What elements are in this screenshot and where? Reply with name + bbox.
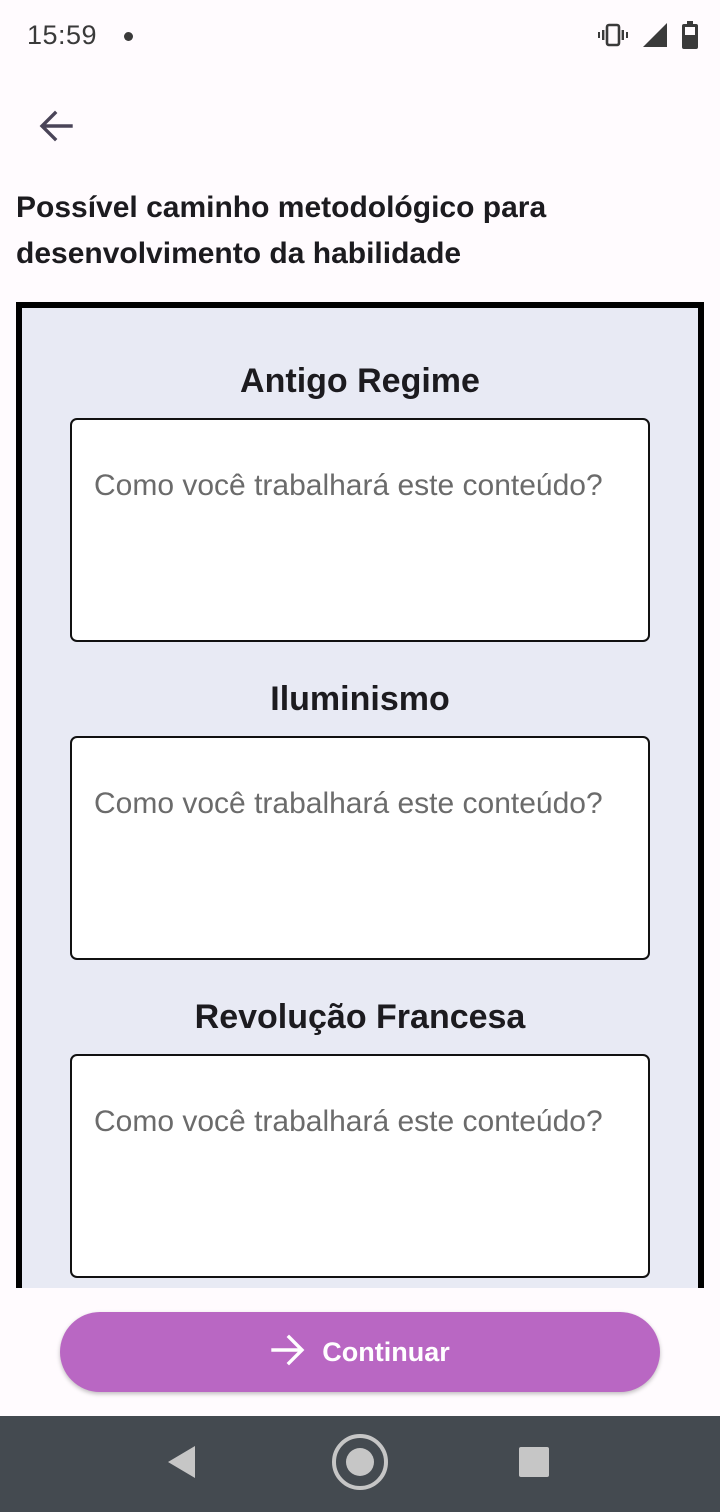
home-circle-icon	[330, 1432, 390, 1497]
continue-label: Continuar	[322, 1336, 450, 1367]
back-triangle-icon	[165, 1444, 199, 1485]
battery-icon	[682, 20, 698, 54]
notification-dot-icon	[124, 32, 133, 41]
arrow-left-icon	[38, 108, 74, 149]
section-title-iluminismo: Iluminismo	[270, 680, 450, 718]
continue-button[interactable]: Continuar	[60, 1312, 660, 1392]
recents-square-icon	[518, 1446, 550, 1483]
signal-icon	[642, 22, 668, 53]
back-button[interactable]	[24, 96, 88, 160]
vibrate-icon	[598, 22, 628, 53]
content-input-revolucao-francesa[interactable]	[70, 1054, 650, 1278]
system-nav-bar	[0, 1416, 720, 1512]
arrow-right-icon	[270, 1332, 306, 1373]
content-input-antigo-regime[interactable]	[70, 418, 650, 642]
content-input-iluminismo[interactable]	[70, 736, 650, 960]
status-bar: 15:59	[0, 0, 720, 76]
nav-back-button[interactable]	[150, 1434, 214, 1494]
nav-recents-button[interactable]	[502, 1434, 566, 1494]
section-title-revolucao-francesa: Revolução Francesa	[194, 998, 526, 1036]
content-panel: Antigo Regime Iluminismo Revolução Franc…	[16, 302, 704, 1288]
status-time: 15:59	[27, 20, 98, 50]
section-title-antigo-regime: Antigo Regime	[240, 362, 480, 400]
status-icons	[598, 20, 698, 54]
nav-home-button[interactable]	[328, 1432, 392, 1497]
page-title: Possível caminho metodológico para desen…	[16, 191, 547, 270]
